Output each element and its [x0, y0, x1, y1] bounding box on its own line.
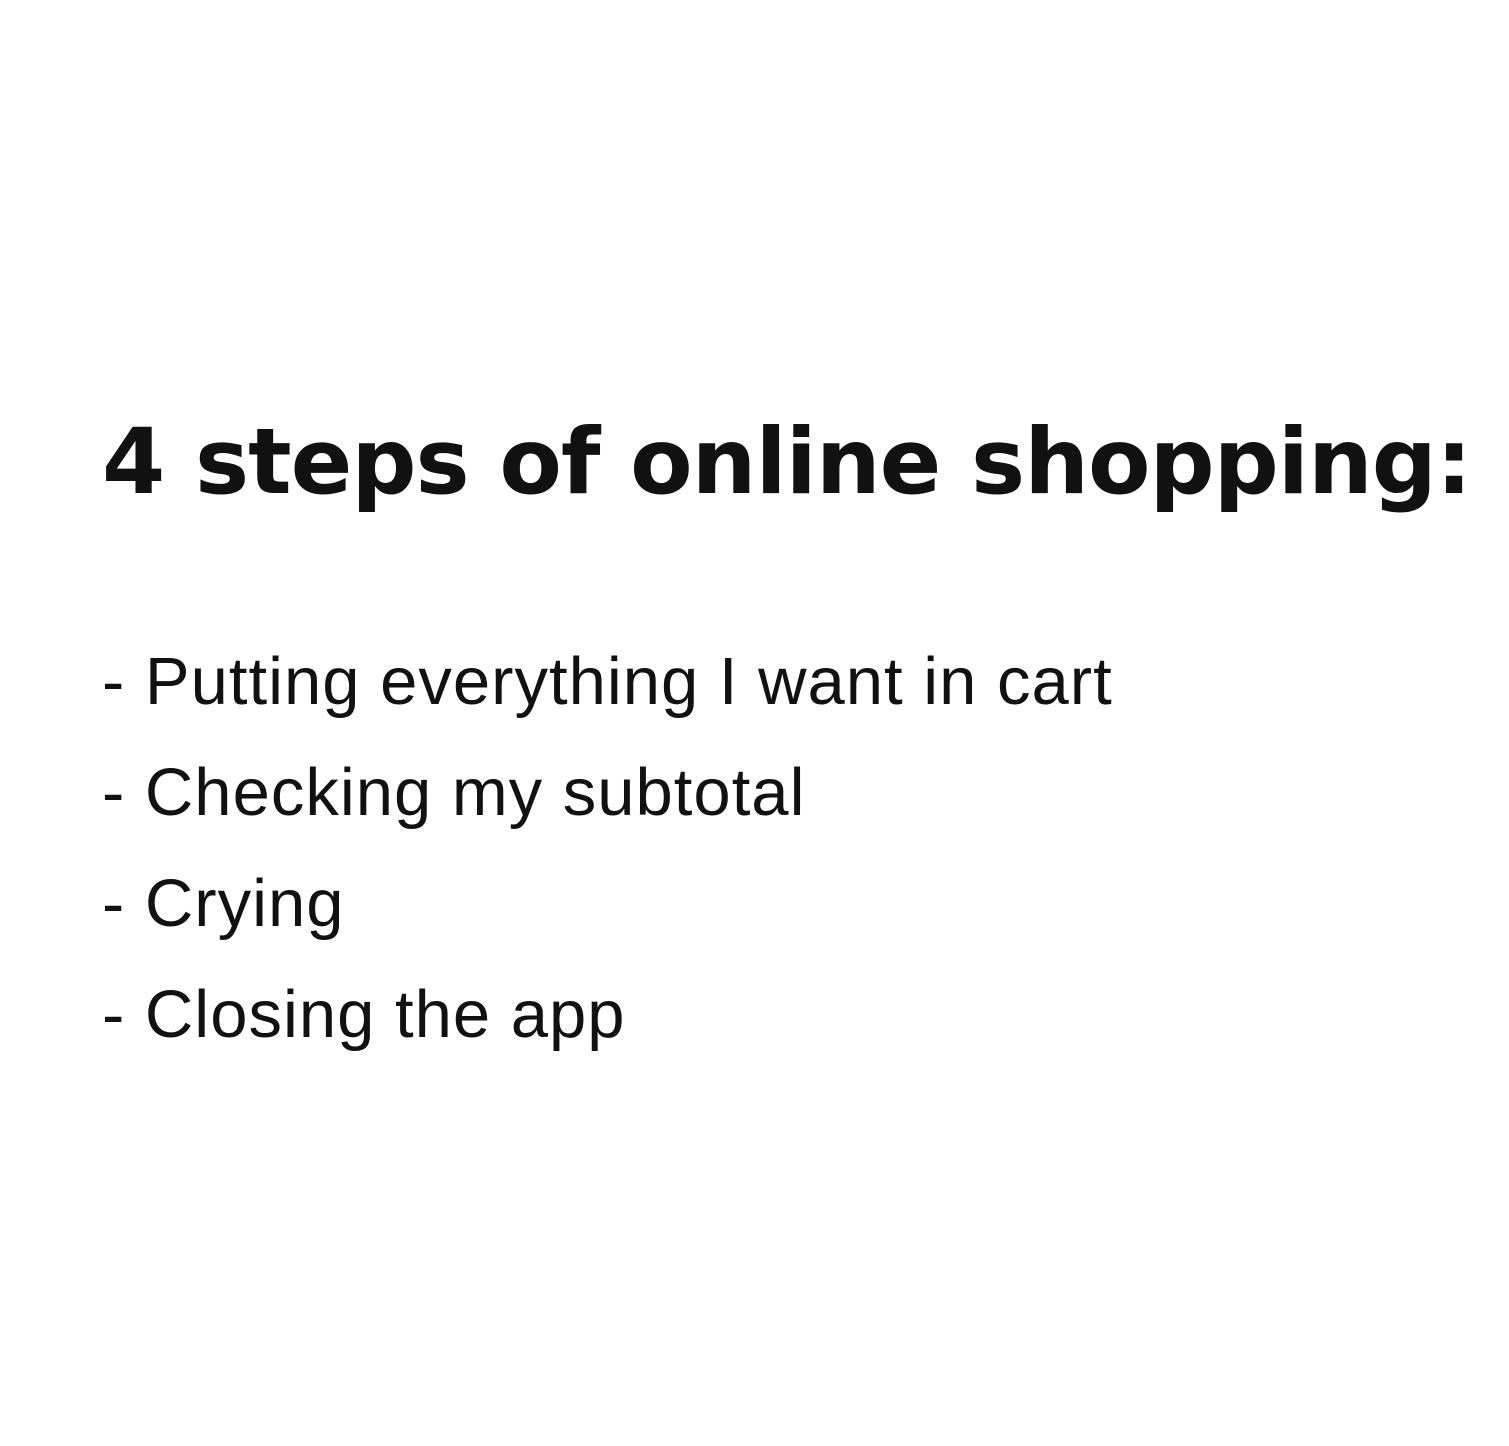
- meme-card: 4 steps of online shopping: - Putting ev…: [102, 408, 1472, 1070]
- step-item: - Checking my subtotal: [102, 755, 806, 830]
- step-item: - Putting everything I want in cart: [102, 644, 1113, 719]
- page-title: 4 steps of online shopping:: [102, 410, 1472, 515]
- step-item: - Crying: [102, 866, 345, 941]
- steps-list: - Putting everything I want in cart - Ch…: [102, 626, 1462, 1070]
- step-item: - Closing the app: [102, 977, 626, 1052]
